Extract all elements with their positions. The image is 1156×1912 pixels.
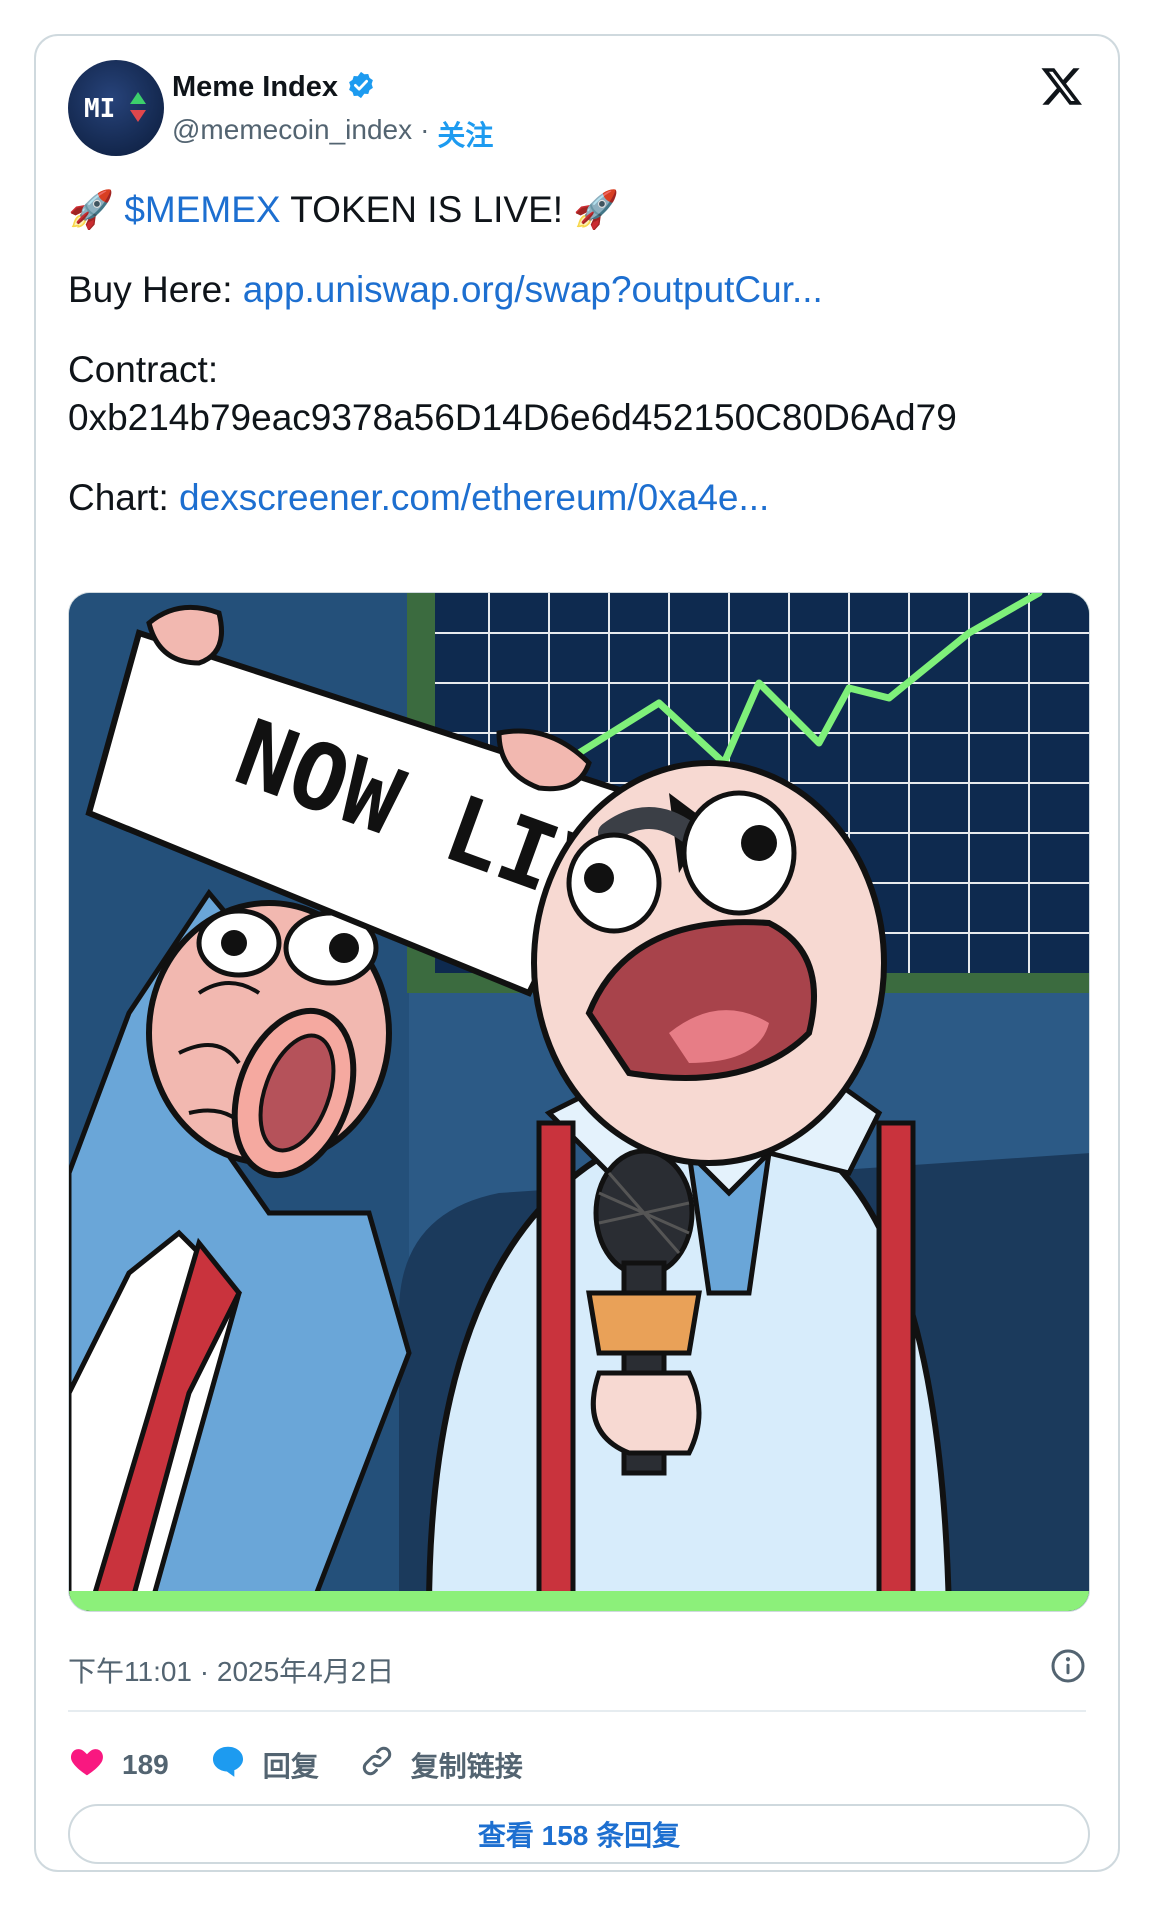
link-icon (359, 1743, 395, 1786)
tweet-line-headline: 🚀 $MEMEX TOKEN IS LIVE! 🚀 (68, 186, 1088, 234)
tweet-image[interactable]: NOW LIVE (68, 592, 1090, 1612)
info-icon[interactable] (1050, 1648, 1086, 1684)
tweet-card: MI Meme Index @memecoin_index · 关注 🚀 $ME… (34, 34, 1120, 1872)
avatar[interactable]: MI (68, 60, 164, 156)
divider (68, 1710, 1086, 1712)
like-button[interactable]: 189 (68, 1742, 169, 1787)
author-name-row: Meme Index (172, 70, 376, 105)
tweet-text: 🚀 $MEMEX TOKEN IS LIVE! 🚀 Buy Here: app.… (68, 186, 1088, 522)
chart-label: Chart: (68, 477, 180, 518)
speech-bubble-icon (209, 1742, 247, 1787)
display-name[interactable]: Meme Index (172, 71, 338, 104)
like-count: 189 (122, 1748, 169, 1780)
copy-link-label: 复制链接 (410, 1750, 523, 1782)
heart-icon (68, 1742, 106, 1787)
contract-label: Contract: (68, 349, 219, 390)
copy-link-button[interactable]: 复制链接 (359, 1743, 523, 1786)
tweet-line-chart: Chart: dexscreener.com/ethereum/0xa4e... (68, 474, 1088, 522)
handle-row: @memecoin_index · 关注 (172, 114, 493, 154)
separator-dot: · (420, 114, 430, 145)
handle[interactable]: @memecoin_index (172, 114, 412, 154)
uniswap-link[interactable]: app.uniswap.org/swap?outputCur... (243, 269, 823, 310)
rocket-emoji-left: 🚀 (68, 189, 115, 230)
x-logo-icon[interactable] (1040, 64, 1084, 108)
dexscreener-link[interactable]: dexscreener.com/ethereum/0xa4e... (179, 477, 769, 518)
reply-button[interactable]: 回复 (209, 1742, 319, 1787)
headline-text: TOKEN IS LIVE! (280, 189, 574, 230)
action-bar: 189 回复 复制链接 (68, 1742, 563, 1787)
contract-address: 0xb214b79eac9378a56D14D6e6d452150C80D6Ad… (68, 397, 957, 438)
reply-label: 回复 (262, 1750, 319, 1782)
follow-button[interactable]: 关注 (437, 114, 493, 154)
rocket-emoji-right: 🚀 (573, 189, 620, 230)
tweet-timestamp[interactable]: 下午11:01 · 2025年4月2日 (68, 1650, 394, 1690)
ground-strip (69, 1591, 1089, 1611)
view-replies-button[interactable]: 查看 158 条回复 (68, 1804, 1090, 1864)
tweet-line-buy: Buy Here: app.uniswap.org/swap?outputCur… (68, 266, 1088, 314)
microphone-illustration (586, 1148, 702, 1476)
verified-badge-icon (346, 70, 376, 105)
buy-label: Buy Here: (68, 269, 243, 310)
cashtag-link[interactable]: $MEMEX (124, 189, 280, 230)
avatar-text: MI (84, 94, 115, 124)
